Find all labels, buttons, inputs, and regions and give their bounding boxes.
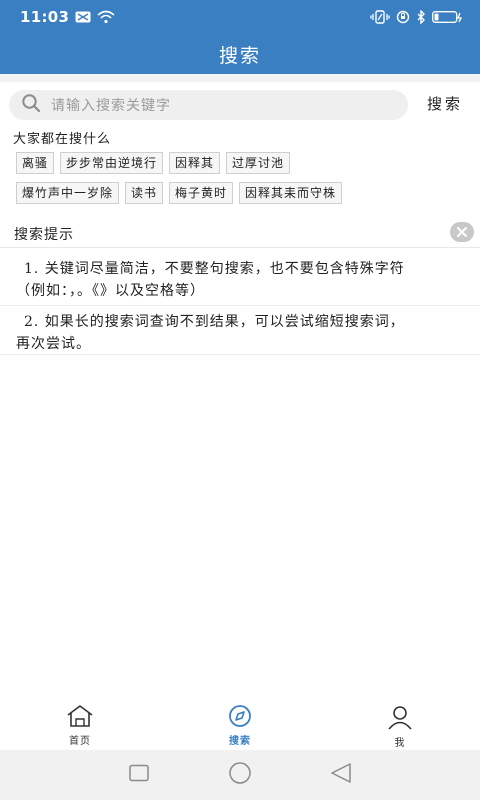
search-hints-title: 搜索提示 xyxy=(14,227,74,243)
search-icon xyxy=(21,93,41,117)
square-icon xyxy=(129,764,150,782)
status-left: 11:03 xyxy=(20,8,115,26)
nav-me-label: 我 xyxy=(394,738,406,749)
home-icon xyxy=(67,705,93,727)
nav-home-label: 首页 xyxy=(69,736,91,747)
back-triangle-icon xyxy=(330,763,351,783)
battery-icon xyxy=(432,10,464,24)
hint-item-1: 1. 关键词尽量简洁，不要整句搜索，也不要包含特殊字符 （例如：，。《》以及空格… xyxy=(0,258,480,306)
status-right xyxy=(370,10,464,24)
nav-home[interactable]: 首页 xyxy=(0,698,160,750)
hint-2-line-1: 2. 如果长的搜索词查询不到结果，可以尝试缩短搜索词， xyxy=(24,314,405,330)
system-nav-bar xyxy=(0,750,480,800)
search-button[interactable]: 搜索 xyxy=(420,92,470,116)
hot-tag[interactable]: 梅子黄时 xyxy=(169,182,234,204)
hot-tag[interactable]: 读书 xyxy=(125,182,164,204)
page-title: 搜索 xyxy=(218,44,261,67)
nav-search-label: 搜索 xyxy=(229,736,251,747)
tags-row-2: 爆竹声中一岁除 读书 梅子黄时 因释其耒而守株 xyxy=(16,182,343,204)
hot-tag[interactable]: 过厚讨池 xyxy=(226,152,291,174)
app-header: 搜索 xyxy=(0,34,480,74)
close-hints-button[interactable] xyxy=(450,222,474,242)
search-input[interactable]: 请输入搜索关键字 xyxy=(9,90,408,120)
search-bar: 请输入搜索关键字 搜索 xyxy=(0,86,480,122)
alarm-icon xyxy=(396,10,410,24)
recent-apps-button[interactable] xyxy=(128,764,150,786)
hint-item-2: 2. 如果长的搜索词查询不到结果，可以尝试缩短搜索词， 再次尝试。 xyxy=(0,311,480,355)
header-divider xyxy=(0,74,480,82)
wifi-icon xyxy=(97,10,115,24)
status-time: 11:03 xyxy=(20,8,70,26)
hint-1-line-2: （例如：，。《》以及空格等） xyxy=(16,283,205,299)
nav-me[interactable]: 我 xyxy=(320,698,480,750)
hot-tag[interactable]: 因释其耒而守株 xyxy=(239,182,343,204)
home-button[interactable] xyxy=(227,762,253,788)
hint-1-line-1: 1. 关键词尽量简洁，不要整句搜索，也不要包含特殊字符 xyxy=(24,261,405,277)
hot-tag[interactable]: 爆竹声中一岁除 xyxy=(16,182,120,204)
close-icon xyxy=(457,227,467,237)
bluetooth-icon xyxy=(416,10,426,24)
hot-tag[interactable]: 步步常由逆境行 xyxy=(60,152,164,174)
bottom-nav: 首页 搜索 我 xyxy=(0,698,480,750)
compass-icon xyxy=(229,705,251,727)
mail-icon xyxy=(75,11,91,23)
search-placeholder: 请输入搜索关键字 xyxy=(51,98,171,114)
status-bar: 11:03 xyxy=(0,0,480,34)
hot-searches-title: 大家都在搜什么 xyxy=(13,132,112,147)
tags-row-1: 离骚 步步常由逆境行 因释其 过厚讨池 xyxy=(16,152,291,174)
search-hints-header: 搜索提示 xyxy=(0,216,480,248)
hint-2-line-2: 再次尝试。 xyxy=(16,336,91,352)
hot-tag[interactable]: 因释其 xyxy=(169,152,221,174)
back-button[interactable] xyxy=(330,762,352,788)
circle-icon xyxy=(229,762,251,784)
nav-search[interactable]: 搜索 xyxy=(160,698,320,750)
user-icon xyxy=(388,706,412,730)
vibrate-icon xyxy=(370,10,390,24)
hot-tag[interactable]: 离骚 xyxy=(16,152,55,174)
